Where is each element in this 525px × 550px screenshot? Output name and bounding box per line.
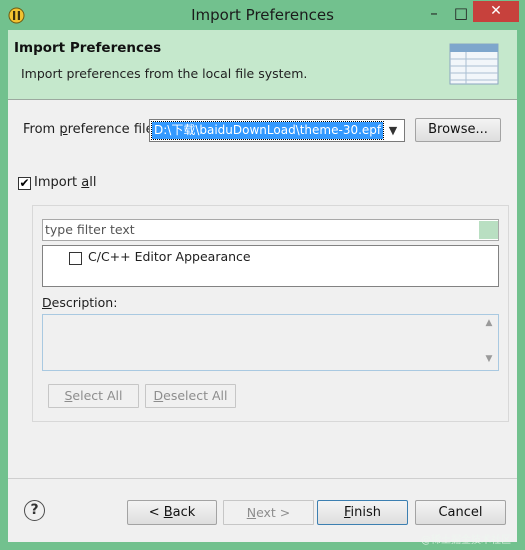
bottom-divider (8, 478, 517, 479)
banner-title: Import Preferences (14, 40, 162, 56)
preferences-group: type filter text C/C++ Editor Appearance… (32, 205, 509, 422)
cancel-button[interactable]: Cancel (415, 500, 506, 525)
preference-file-combo[interactable]: D:\下载\baiduDownLoad\theme-30.epf ▼ (149, 119, 405, 142)
maximize-button[interactable]: □ (449, 4, 473, 24)
dialog-body: Import Preferences Import preferences fr… (8, 30, 517, 542)
chevron-down-icon[interactable]: ▼ (383, 121, 403, 140)
watermark: @稀土掘金技术社区 (421, 535, 511, 546)
title-bar[interactable]: Import Preferences – □ ✕ (0, 0, 525, 30)
scroll-up-icon[interactable]: ▲ (480, 318, 498, 328)
preference-file-value[interactable]: D:\下载\baiduDownLoad\theme-30.epf (150, 121, 385, 140)
finish-button[interactable]: Finish (317, 500, 408, 525)
scroll-down-icon[interactable]: ▼ (480, 354, 498, 364)
deselect-all-button[interactable]: Deselect All (145, 384, 236, 408)
preferences-table-icon (449, 43, 499, 85)
filter-clear-icon[interactable] (479, 221, 498, 239)
window-title: Import Preferences (191, 6, 334, 24)
select-all-button[interactable]: Select All (48, 384, 139, 408)
list-item[interactable]: C/C++ Editor Appearance (88, 249, 251, 264)
from-preference-file-label: From preference file: (23, 122, 158, 137)
description-text-area[interactable]: ▲ ▼ (42, 314, 499, 371)
help-icon[interactable]: ? (24, 500, 45, 521)
preference-list: C/C++ Editor Appearance (42, 245, 499, 287)
wizard-banner: Import Preferences Import preferences fr… (8, 30, 517, 100)
filter-placeholder: type filter text (45, 222, 135, 237)
filter-input[interactable]: type filter text (42, 219, 499, 241)
description-scrollbar[interactable]: ▲ ▼ (480, 316, 498, 369)
banner-description: Import preferences from the local file s… (21, 66, 308, 81)
import-all-checkbox[interactable]: ✔ (18, 177, 31, 190)
import-all-label[interactable]: Import all (34, 175, 96, 190)
list-item-checkbox[interactable] (69, 252, 82, 265)
minimize-button[interactable]: – (422, 4, 446, 24)
next-button[interactable]: Next > (223, 500, 314, 525)
close-button[interactable]: ✕ (473, 1, 519, 22)
description-label: Description: (42, 295, 118, 310)
back-button[interactable]: < Back (127, 500, 217, 525)
browse-button[interactable]: Browse... (415, 118, 501, 142)
